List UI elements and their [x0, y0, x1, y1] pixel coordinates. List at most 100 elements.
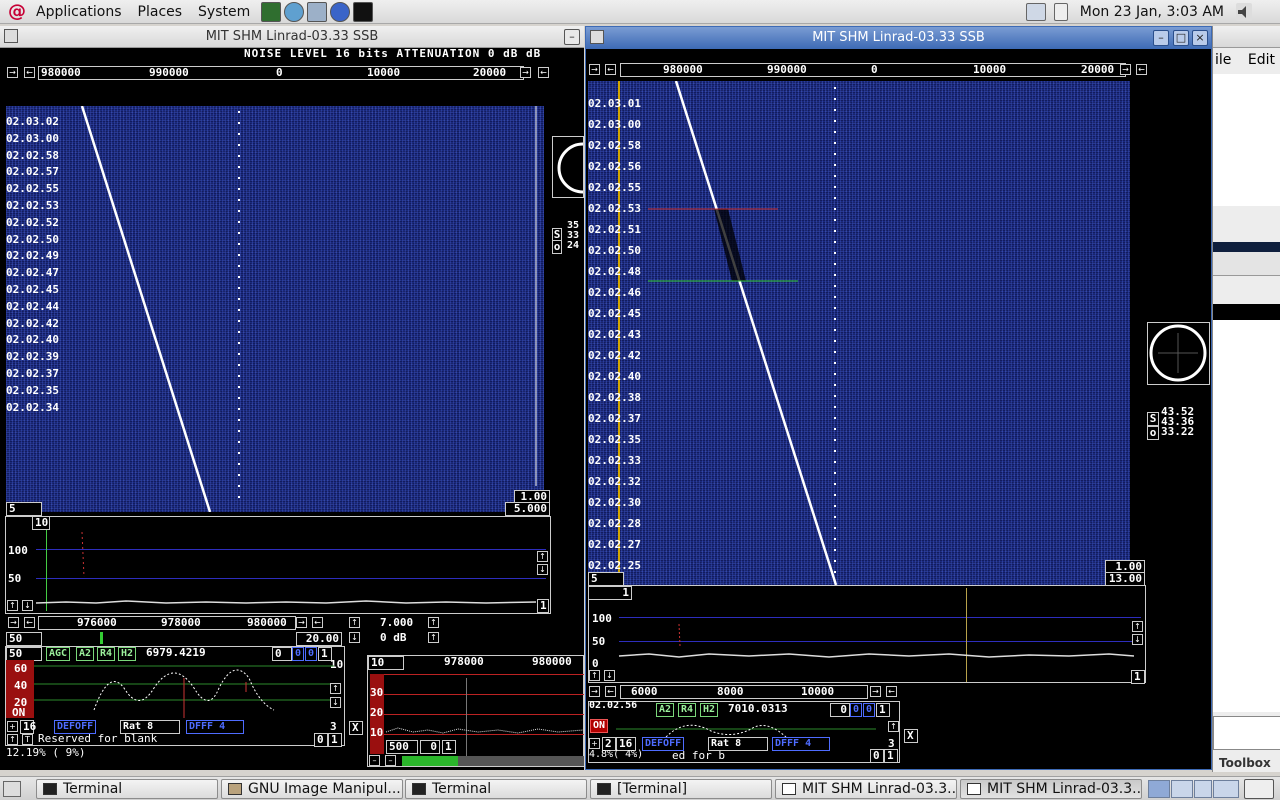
window-menu-icon[interactable]: [4, 29, 18, 43]
gimp-icon[interactable]: [284, 1, 305, 22]
web-browser-icon[interactable]: [330, 1, 351, 22]
workspace-2[interactable]: [1171, 780, 1193, 798]
mini-bottom-box[interactable]: 1: [442, 740, 456, 754]
baseband-scale[interactable]: 6000 8000 10000: [620, 685, 868, 699]
bfo-shift-left-button[interactable]: ←: [24, 617, 35, 628]
close-x-button[interactable]: X: [349, 721, 363, 735]
maximize-button[interactable]: □: [1173, 30, 1189, 46]
a2-toggle[interactable]: A2: [656, 703, 675, 717]
mini-bottom-box[interactable]: 500: [386, 740, 418, 754]
close-button[interactable]: ×: [1192, 30, 1208, 46]
task-gimp[interactable]: GNU Image Manipul...: [221, 779, 403, 799]
spectrum-panel[interactable]: [588, 585, 1146, 683]
spectrum-panel[interactable]: [5, 516, 551, 614]
mini-minus-button[interactable]: –: [369, 755, 380, 766]
workspace-3[interactable]: [1194, 780, 1212, 798]
menu-edit[interactable]: Edit: [1248, 52, 1275, 68]
bfo-right-button[interactable]: ←: [312, 617, 323, 628]
spectrum-top-box[interactable]: 1: [588, 586, 632, 600]
spectrum-down-button[interactable]: ↓: [1132, 634, 1143, 645]
scale-shift-right-button[interactable]: →: [520, 67, 531, 78]
menu-file[interactable]: ile: [1215, 52, 1231, 68]
minimize-button[interactable]: –: [1153, 30, 1169, 46]
dfff-toggle[interactable]: DFFF 4: [186, 720, 244, 734]
on-label[interactable]: ON: [12, 706, 25, 719]
mini-minus-button-2[interactable]: –: [385, 755, 396, 766]
window-menu-icon[interactable]: [590, 30, 604, 44]
spectrum-up-button[interactable]: ↑: [1132, 621, 1143, 632]
workspace-4[interactable]: [1213, 780, 1239, 798]
waterfall-display[interactable]: [588, 81, 1130, 585]
scale-shift-left-button[interactable]: ←: [605, 64, 616, 75]
terminal-icon[interactable]: [353, 1, 374, 22]
trash-icon[interactable]: [1244, 779, 1274, 799]
bfo-shift-right-button[interactable]: →: [870, 686, 881, 697]
volume-icon[interactable]: [1236, 3, 1252, 21]
scale-right-button[interactable]: ←: [538, 67, 549, 78]
ctrl-row2-box[interactable]: 16: [20, 720, 36, 734]
system-monitor-icon[interactable]: [261, 1, 282, 22]
bfo-right-button[interactable]: ←: [886, 686, 897, 697]
coh-up-right-button[interactable]: ↑: [428, 617, 439, 628]
ctrl-row3-box[interactable]: 0: [870, 749, 884, 763]
wf-zero-box[interactable]: 5.000: [505, 502, 550, 516]
ctrl-row3-box[interactable]: 0: [314, 733, 328, 747]
wf-zero-box[interactable]: 13.00: [1105, 572, 1145, 586]
workspace-1[interactable]: [1148, 780, 1170, 798]
task-terminal-1[interactable]: Terminal: [36, 779, 218, 799]
debian-logo-icon[interactable]: @: [6, 1, 28, 23]
ctrl-row2-plus-button[interactable]: +: [589, 738, 600, 749]
close-x-button[interactable]: X: [904, 729, 918, 743]
spectrum-up-button[interactable]: ↑: [537, 551, 548, 562]
ctrl-right-box[interactable]: 1: [876, 703, 890, 717]
on-label[interactable]: ON: [590, 719, 609, 733]
clock[interactable]: Mon 23 Jan, 3:03 AM: [1072, 4, 1232, 20]
minimize-button[interactable]: –: [564, 29, 580, 45]
bfo-left-button[interactable]: →: [589, 686, 600, 697]
linrad-window-left[interactable]: MIT SHM Linrad-03.33 SSB – NOISE LEVEL 1…: [0, 26, 584, 770]
ctrl-row3-box[interactable]: 1: [328, 733, 342, 747]
battery-icon[interactable]: [1053, 3, 1068, 21]
spectrum-right-box[interactable]: 1: [1131, 670, 1145, 684]
menu-places[interactable]: Places: [130, 0, 191, 24]
title-bar[interactable]: MIT SHM Linrad-03.33 SSB – □ ×: [586, 27, 1211, 49]
spectrum-down-left-button[interactable]: ↓: [604, 670, 615, 681]
ctrl-up-button[interactable]: ↑: [330, 683, 341, 694]
task-terminal-3[interactable]: [Terminal]: [590, 779, 772, 799]
spectrum-up-left-button[interactable]: ↑: [7, 600, 18, 611]
frequency-scale[interactable]: 980000 990000 0 10000 20000: [38, 66, 524, 80]
bfo-shift-right-button[interactable]: →: [296, 617, 307, 628]
spectrum-down-button[interactable]: ↓: [537, 564, 548, 575]
scale-left-button[interactable]: →: [589, 64, 600, 75]
show-desktop-icon[interactable]: [3, 781, 21, 797]
ctrl-down-button[interactable]: ↓: [330, 697, 341, 708]
ctrl-row3-box[interactable]: 1: [884, 749, 898, 763]
coh-down-button[interactable]: ↓: [349, 632, 360, 643]
spectrum-top-box[interactable]: 10: [32, 516, 50, 530]
ctrl-right-box[interactable]: 0: [863, 703, 876, 717]
ctrl-row3-up-button[interactable]: ↑: [7, 734, 18, 745]
spectrum-down-left-button[interactable]: ↓: [22, 600, 33, 611]
menu-applications[interactable]: Applications: [28, 0, 130, 24]
task-linrad-2[interactable]: MIT SHM Linrad-03.3...: [960, 779, 1142, 799]
mail-icon[interactable]: [307, 1, 328, 22]
h2-toggle[interactable]: H2: [700, 703, 719, 717]
ctrl-row2-up-button[interactable]: +: [7, 721, 18, 732]
ctrl-right-box[interactable]: 0: [850, 703, 863, 717]
scale-right-button[interactable]: ←: [1136, 64, 1147, 75]
frequency-scale[interactable]: 980000 990000 0 10000 20000: [620, 63, 1126, 77]
wf-bottom-box[interactable]: 5: [588, 572, 624, 586]
spectrum-up-left-button[interactable]: ↑: [589, 670, 600, 681]
mini-bottom-box[interactable]: 0: [420, 740, 440, 754]
background-window[interactable]: ile Edit Toolbox: [1212, 26, 1280, 772]
ctrl-up-button[interactable]: ↑: [888, 721, 899, 732]
ctrl-row3-t-button[interactable]: T: [22, 734, 33, 745]
coh-up-button[interactable]: ↑: [349, 617, 360, 628]
spectrum-right-box[interactable]: 1: [537, 599, 549, 613]
bfo-left-button[interactable]: →: [8, 617, 19, 628]
bfo-shift-left-button[interactable]: ←: [605, 686, 616, 697]
scale-shift-right-button[interactable]: →: [1120, 64, 1131, 75]
task-linrad-1[interactable]: MIT SHM Linrad-03.3...: [775, 779, 957, 799]
mini-top-box[interactable]: 10: [368, 656, 404, 670]
waterfall-display[interactable]: [6, 106, 544, 512]
